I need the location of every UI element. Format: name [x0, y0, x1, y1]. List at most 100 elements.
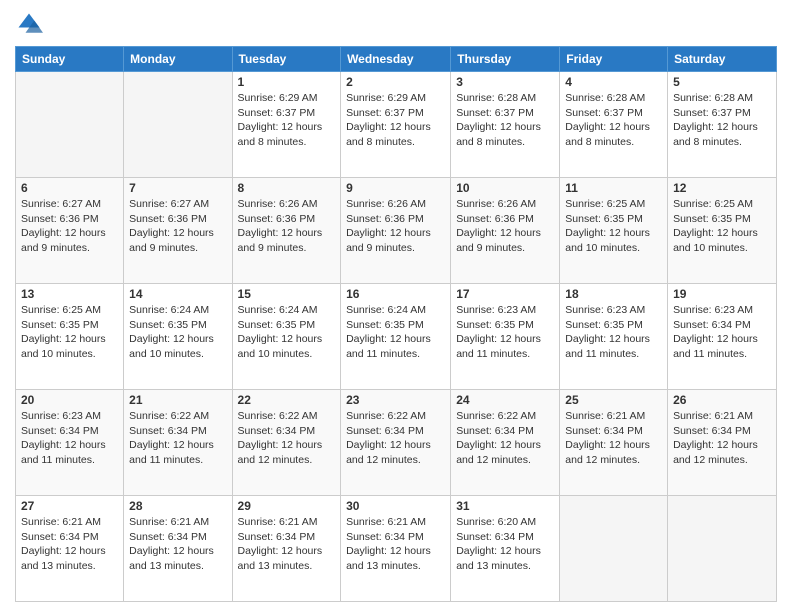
day-number: 3 [456, 75, 554, 89]
day-number: 8 [238, 181, 336, 195]
day-info: Sunrise: 6:26 AMSunset: 6:36 PMDaylight:… [346, 197, 445, 256]
calendar-cell: 31 Sunrise: 6:20 AMSunset: 6:34 PMDayligh… [451, 496, 560, 602]
calendar-cell: 2 Sunrise: 6:29 AMSunset: 6:37 PMDaylight… [341, 72, 451, 178]
day-number: 31 [456, 499, 554, 513]
calendar-cell: 27 Sunrise: 6:21 AMSunset: 6:34 PMDayligh… [16, 496, 124, 602]
logo-icon [15, 10, 43, 38]
calendar-week-row: 20Sunrise: 6:23 AMSunset: 6:34 PMDayligh… [16, 390, 777, 496]
day-info: Sunrise: 6:25 AMSunset: 6:35 PMDaylight:… [565, 197, 662, 256]
day-info: Sunrise: 6:26 AMSunset: 6:36 PMDaylight:… [238, 197, 336, 256]
calendar-week-row: 27 Sunrise: 6:21 AMSunset: 6:34 PMDayligh… [16, 496, 777, 602]
day-number: 30 [346, 499, 445, 513]
day-number: 5 [673, 75, 771, 89]
calendar-cell: 19 Sunrise: 6:23 AMSunset: 6:34 PMDayligh… [668, 284, 777, 390]
calendar-cell: 30Sunrise: 6:21 AMSunset: 6:34 PMDayligh… [341, 496, 451, 602]
calendar-cell: 9 Sunrise: 6:26 AMSunset: 6:36 PMDaylight… [341, 178, 451, 284]
calendar-cell: 23 Sunrise: 6:22 AMSunset: 6:34 PMDayligh… [341, 390, 451, 496]
calendar-cell: 17 Sunrise: 6:23 AMSunset: 6:35 PMDayligh… [451, 284, 560, 390]
day-number: 26 [673, 393, 771, 407]
day-info: Sunrise: 6:27 AMSunset: 6:36 PMDaylight:… [21, 197, 118, 256]
day-info: Sunrise: 6:29 AMSunset: 6:37 PMDaylight:… [346, 91, 445, 150]
day-info: Sunrise: 6:28 AMSunset: 6:37 PMDaylight:… [565, 91, 662, 150]
page: SundayMondayTuesdayWednesdayThursdayFrid… [0, 0, 792, 612]
day-info: Sunrise: 6:22 AMSunset: 6:34 PMDaylight:… [238, 409, 336, 468]
calendar-cell: 3 Sunrise: 6:28 AMSunset: 6:37 PMDaylight… [451, 72, 560, 178]
calendar-cell [560, 496, 668, 602]
day-number: 17 [456, 287, 554, 301]
day-number: 13 [21, 287, 118, 301]
day-info: Sunrise: 6:25 AMSunset: 6:35 PMDaylight:… [21, 303, 118, 362]
day-number: 12 [673, 181, 771, 195]
day-info: Sunrise: 6:22 AMSunset: 6:34 PMDaylight:… [456, 409, 554, 468]
day-info: Sunrise: 6:28 AMSunset: 6:37 PMDaylight:… [456, 91, 554, 150]
calendar-week-row: 13 Sunrise: 6:25 AMSunset: 6:35 PMDayligh… [16, 284, 777, 390]
day-info: Sunrise: 6:21 AMSunset: 6:34 PMDaylight:… [129, 515, 226, 574]
day-number: 15 [238, 287, 336, 301]
day-number: 29 [238, 499, 336, 513]
day-number: 23 [346, 393, 445, 407]
calendar-cell [668, 496, 777, 602]
day-info: Sunrise: 6:27 AMSunset: 6:36 PMDaylight:… [129, 197, 226, 256]
day-number: 22 [238, 393, 336, 407]
day-number: 20 [21, 393, 118, 407]
calendar-cell: 16 Sunrise: 6:24 AMSunset: 6:35 PMDayligh… [341, 284, 451, 390]
day-info: Sunrise: 6:23 AMSunset: 6:35 PMDaylight:… [456, 303, 554, 362]
day-number: 1 [238, 75, 336, 89]
calendar-cell: 26 Sunrise: 6:21 AMSunset: 6:34 PMDayligh… [668, 390, 777, 496]
day-info: Sunrise: 6:20 AMSunset: 6:34 PMDaylight:… [456, 515, 554, 574]
calendar-cell [124, 72, 232, 178]
calendar-cell: 28Sunrise: 6:21 AMSunset: 6:34 PMDayligh… [124, 496, 232, 602]
day-number: 4 [565, 75, 662, 89]
day-number: 24 [456, 393, 554, 407]
calendar-cell: 11 Sunrise: 6:25 AMSunset: 6:35 PMDayligh… [560, 178, 668, 284]
calendar-cell: 4 Sunrise: 6:28 AMSunset: 6:37 PMDaylight… [560, 72, 668, 178]
day-info: Sunrise: 6:28 AMSunset: 6:37 PMDaylight:… [673, 91, 771, 150]
calendar-cell [16, 72, 124, 178]
calendar-cell: 22 Sunrise: 6:22 AMSunset: 6:34 PMDayligh… [232, 390, 341, 496]
calendar-cell: 8 Sunrise: 6:26 AMSunset: 6:36 PMDaylight… [232, 178, 341, 284]
day-info: Sunrise: 6:22 AMSunset: 6:34 PMDaylight:… [346, 409, 445, 468]
day-number: 11 [565, 181, 662, 195]
day-info: Sunrise: 6:24 AMSunset: 6:35 PMDaylight:… [129, 303, 226, 362]
day-info: Sunrise: 6:21 AMSunset: 6:34 PMDaylight:… [238, 515, 336, 574]
day-number: 6 [21, 181, 118, 195]
day-number: 19 [673, 287, 771, 301]
day-number: 16 [346, 287, 445, 301]
calendar-cell: 29 Sunrise: 6:21 AMSunset: 6:34 PMDayligh… [232, 496, 341, 602]
calendar-week-row: 1 Sunrise: 6:29 AMSunset: 6:37 PMDaylight… [16, 72, 777, 178]
day-number: 27 [21, 499, 118, 513]
calendar-cell: 13 Sunrise: 6:25 AMSunset: 6:35 PMDayligh… [16, 284, 124, 390]
calendar-cell: 10Sunrise: 6:26 AMSunset: 6:36 PMDayligh… [451, 178, 560, 284]
calendar-cell: 7 Sunrise: 6:27 AMSunset: 6:36 PMDaylight… [124, 178, 232, 284]
day-number: 2 [346, 75, 445, 89]
calendar-cell: 1Sunrise: 6:29 AMSunset: 6:37 PMDaylight… [232, 72, 341, 178]
calendar-day-header: Monday [124, 47, 232, 72]
calendar-cell: 15 Sunrise: 6:24 AMSunset: 6:35 PMDayligh… [232, 284, 341, 390]
calendar-day-header: Wednesday [341, 47, 451, 72]
day-number: 7 [129, 181, 226, 195]
calendar-day-header: Tuesday [232, 47, 341, 72]
calendar-header-row: SundayMondayTuesdayWednesdayThursdayFrid… [16, 47, 777, 72]
calendar-cell: 5 Sunrise: 6:28 AMSunset: 6:37 PMDaylight… [668, 72, 777, 178]
calendar-cell: 24 Sunrise: 6:22 AMSunset: 6:34 PMDayligh… [451, 390, 560, 496]
calendar: SundayMondayTuesdayWednesdayThursdayFrid… [15, 46, 777, 602]
calendar-cell: 21Sunrise: 6:22 AMSunset: 6:34 PMDayligh… [124, 390, 232, 496]
day-info: Sunrise: 6:23 AMSunset: 6:35 PMDaylight:… [565, 303, 662, 362]
day-number: 25 [565, 393, 662, 407]
day-number: 10 [456, 181, 554, 195]
day-info: Sunrise: 6:24 AMSunset: 6:35 PMDaylight:… [238, 303, 336, 362]
header [15, 10, 777, 38]
day-number: 9 [346, 181, 445, 195]
day-info: Sunrise: 6:24 AMSunset: 6:35 PMDaylight:… [346, 303, 445, 362]
day-info: Sunrise: 6:21 AMSunset: 6:34 PMDaylight:… [565, 409, 662, 468]
calendar-day-header: Thursday [451, 47, 560, 72]
day-number: 14 [129, 287, 226, 301]
day-number: 21 [129, 393, 226, 407]
day-info: Sunrise: 6:21 AMSunset: 6:34 PMDaylight:… [673, 409, 771, 468]
calendar-cell: 18Sunrise: 6:23 AMSunset: 6:35 PMDayligh… [560, 284, 668, 390]
day-info: Sunrise: 6:21 AMSunset: 6:34 PMDaylight:… [21, 515, 118, 574]
day-info: Sunrise: 6:23 AMSunset: 6:34 PMDaylight:… [673, 303, 771, 362]
calendar-cell: 12Sunrise: 6:25 AMSunset: 6:35 PMDayligh… [668, 178, 777, 284]
calendar-week-row: 6 Sunrise: 6:27 AMSunset: 6:36 PMDaylight… [16, 178, 777, 284]
calendar-cell: 20Sunrise: 6:23 AMSunset: 6:34 PMDayligh… [16, 390, 124, 496]
